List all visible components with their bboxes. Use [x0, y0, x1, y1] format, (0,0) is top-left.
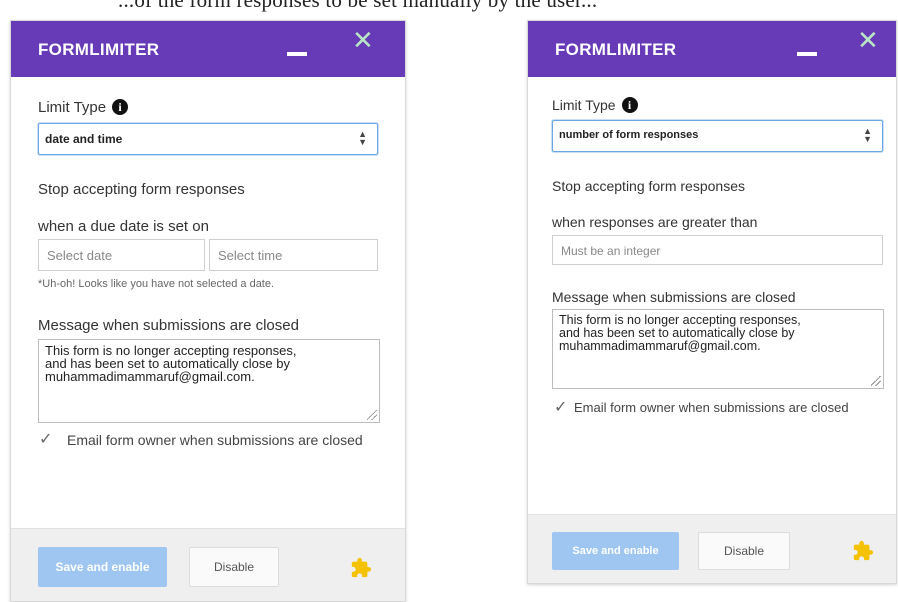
- resize-handle-icon[interactable]: [367, 410, 377, 420]
- save-and-enable-button[interactable]: Save and enable: [552, 532, 679, 570]
- select-arrows-icon: ▲ ▼: [863, 126, 872, 144]
- puzzle-icon[interactable]: [852, 540, 874, 562]
- closed-message-text: This form is no longer accepting respons…: [559, 313, 801, 353]
- caption-fragment: ...of the form responses to be set manua…: [118, 0, 598, 12]
- disable-button[interactable]: Disable: [698, 532, 790, 570]
- limit-type-label: Limit Type i: [552, 97, 638, 113]
- select-time-input[interactable]: Select time: [209, 239, 378, 271]
- close-icon[interactable]: ✕: [352, 27, 374, 53]
- minimize-icon[interactable]: [287, 52, 307, 56]
- closed-message-label: Message when submissions are closed: [38, 317, 299, 334]
- puzzle-icon[interactable]: [350, 557, 372, 579]
- limit-type-select[interactable]: number of form responses ▲ ▼: [552, 120, 883, 152]
- limit-type-select-value: number of form responses: [559, 129, 699, 141]
- panel-title: FORMLIMITER: [555, 40, 677, 59]
- email-owner-label: Email form owner when submissions are cl…: [67, 432, 363, 448]
- minimize-icon[interactable]: [797, 52, 817, 56]
- formlimiter-panel-responses: FORMLIMITER ✕ Limit Type i number of form…: [527, 20, 897, 584]
- stop-accepting-label: Stop accepting form responses: [38, 181, 245, 198]
- response-limit-input[interactable]: Must be an integer: [552, 235, 883, 265]
- panel-footer: Save and enable Disable: [528, 514, 896, 583]
- save-and-enable-button[interactable]: Save and enable: [38, 547, 167, 587]
- limit-type-label-text: Limit Type: [38, 99, 107, 116]
- panel-footer: Save and enable Disable: [11, 528, 405, 601]
- limit-type-select[interactable]: date and time ▲ ▼: [38, 123, 378, 155]
- close-icon[interactable]: ✕: [857, 27, 879, 53]
- due-date-condition-label: when a due date is set on: [38, 218, 209, 235]
- info-icon[interactable]: i: [621, 97, 638, 113]
- closed-message-textarea[interactable]: This form is no longer accepting respons…: [38, 339, 380, 423]
- closed-message-text: This form is no longer accepting respons…: [45, 343, 297, 384]
- select-date-input[interactable]: Select date: [38, 239, 205, 271]
- limit-type-label-text: Limit Type: [552, 97, 616, 113]
- email-owner-label: Email form owner when submissions are cl…: [574, 400, 849, 415]
- select-date-placeholder: Select date: [47, 248, 113, 263]
- info-icon[interactable]: i: [112, 99, 129, 115]
- panel-header: FORMLIMITER ✕: [528, 21, 896, 77]
- response-limit-placeholder: Must be an integer: [561, 244, 661, 258]
- disable-button[interactable]: Disable: [189, 547, 279, 587]
- closed-message-textarea[interactable]: This form is no longer accepting respons…: [552, 309, 884, 389]
- limit-type-select-value: date and time: [45, 132, 123, 146]
- limit-type-label: Limit Type i: [38, 99, 129, 116]
- closed-message-label: Message when submissions are closed: [552, 289, 796, 305]
- date-error-message: *Uh-oh! Looks like you have not selected…: [38, 278, 275, 290]
- select-arrows-icon: ▲ ▼: [358, 129, 367, 147]
- panel-title: FORMLIMITER: [38, 40, 160, 59]
- responses-condition-label: when responses are greater than: [552, 214, 758, 230]
- resize-handle-icon[interactable]: [871, 376, 881, 386]
- formlimiter-panel-date: FORMLIMITER ✕ Limit Type i date and time …: [10, 20, 406, 602]
- stop-accepting-label: Stop accepting form responses: [552, 178, 745, 194]
- select-time-placeholder: Select time: [218, 248, 283, 263]
- panel-header: FORMLIMITER ✕: [11, 21, 405, 77]
